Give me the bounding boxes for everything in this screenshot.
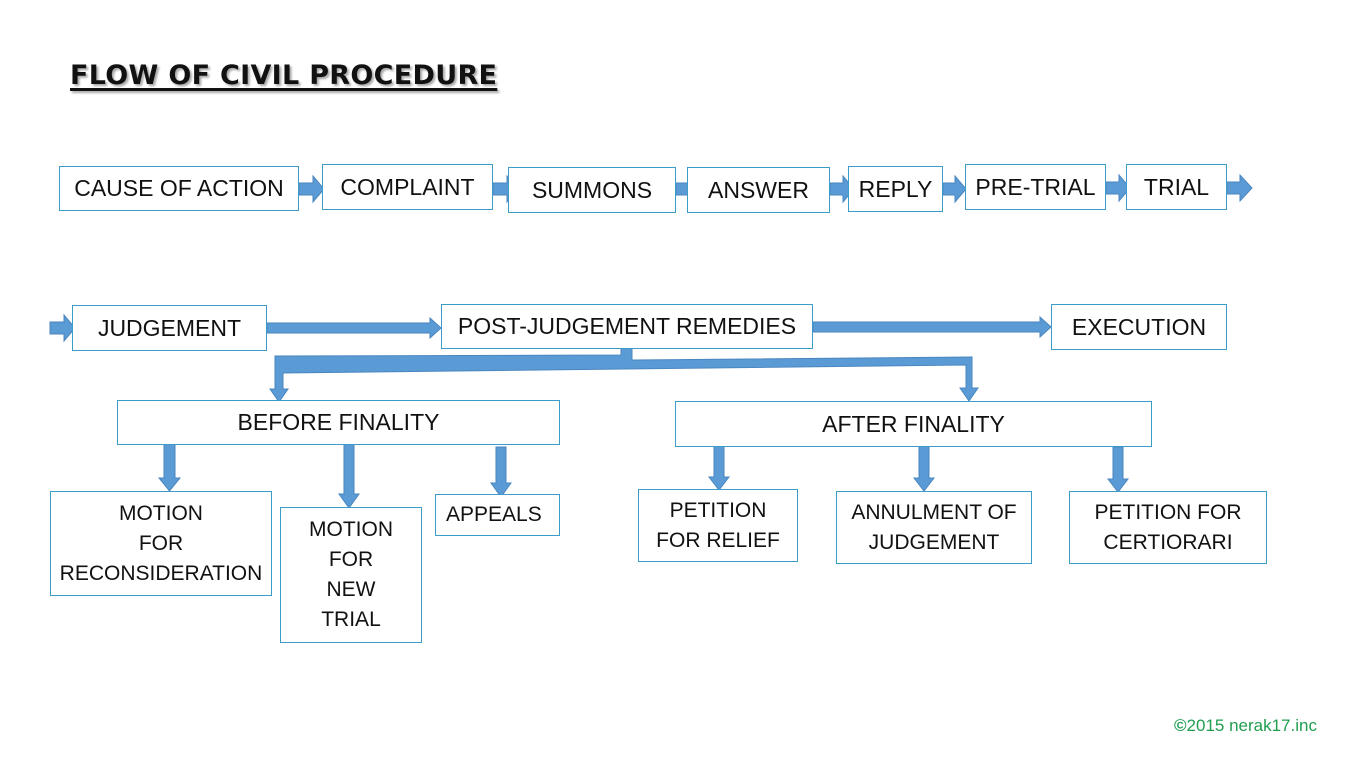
arrow-right-icon xyxy=(1226,173,1253,203)
petition-for-certiorari-box: PETITION FOR CERTIORARI xyxy=(1069,491,1267,564)
before-finality-box: BEFORE FINALITY xyxy=(117,400,560,445)
arrow-right-icon xyxy=(298,174,325,204)
step-summons: SUMMONS xyxy=(508,167,676,213)
arrow-down-icon xyxy=(707,445,731,491)
step-cause-of-action: CAUSE OF ACTION xyxy=(59,166,299,211)
step-pre-trial: PRE-TRIAL xyxy=(965,164,1106,210)
arrow-down-icon xyxy=(490,446,512,498)
motion-for-reconsideration-box: MOTION FOR RECONSIDERATION xyxy=(50,491,272,596)
copyright-text: 2015 nerak17.inc xyxy=(1186,716,1317,735)
copyright-notice: ©2015 nerak17.inc xyxy=(1174,716,1317,736)
step-answer: ANSWER xyxy=(687,167,830,213)
branch-connector xyxy=(269,347,979,403)
after-finality-box: AFTER FINALITY xyxy=(675,401,1152,447)
step-trial: TRIAL xyxy=(1126,164,1227,210)
arrow-right-icon xyxy=(942,174,967,204)
step-complaint: COMPLAINT xyxy=(322,164,493,210)
arrow-down-icon xyxy=(912,445,936,492)
copyright-icon: © xyxy=(1174,716,1187,735)
connector-arrows xyxy=(49,173,1253,509)
annulment-of-judgement-box: ANNULMENT OF JUDGEMENT xyxy=(836,491,1032,564)
step-post-judgement-remedies: POST-JUDGEMENT REMEDIES xyxy=(441,304,813,349)
step-reply: REPLY xyxy=(848,166,943,212)
arrow-down-icon xyxy=(1106,446,1130,493)
step-judgement: JUDGEMENT xyxy=(72,305,267,351)
arrow-right-icon xyxy=(812,315,1052,339)
step-execution: EXECUTION xyxy=(1051,304,1227,350)
arrow-down-icon xyxy=(157,443,182,492)
petition-for-relief-box: PETITION FOR RELIEF xyxy=(638,489,798,562)
motion-for-new-trial-box: MOTION FOR NEW TRIAL xyxy=(280,507,422,643)
arrow-right-icon xyxy=(266,316,442,340)
arrow-down-icon xyxy=(338,443,360,509)
appeals-box: APPEALS xyxy=(435,494,560,536)
